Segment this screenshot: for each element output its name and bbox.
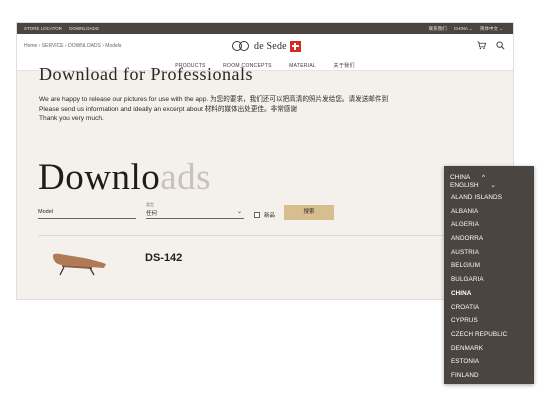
nav-item-about[interactable]: 关于我们 bbox=[334, 62, 355, 69]
intro-line-1: We are happy to release our pictures for… bbox=[39, 96, 389, 103]
intro-line-2: Please send us information and ideally a… bbox=[39, 105, 297, 113]
country-value: CHINA bbox=[450, 174, 471, 181]
country-option[interactable]: ESTONIA bbox=[451, 355, 507, 369]
top-bar-left: STORE LOCATOR DOWNLOADS bbox=[24, 26, 105, 31]
type-select[interactable]: 任何 ⌄ bbox=[146, 209, 244, 219]
country-option[interactable]: FINLAND bbox=[451, 369, 507, 383]
dropdown-header: CHINA ^ ENGLISH ⌄ bbox=[450, 174, 532, 189]
results-divider bbox=[38, 235, 498, 236]
search-icon[interactable] bbox=[496, 41, 505, 52]
country-option[interactable]: ANDORRA bbox=[451, 232, 507, 246]
country-toggle[interactable]: CHINA ^ bbox=[450, 174, 495, 181]
language-selector[interactable]: 简体中文 ⌄ bbox=[480, 26, 503, 31]
brand-logo[interactable]: de Sede bbox=[230, 39, 301, 53]
site-header: Home › SERVICE › DOWNLOADS › Models de S… bbox=[17, 34, 513, 58]
country-option-selected[interactable]: CHINA bbox=[451, 287, 507, 301]
store-locator-link[interactable]: STORE LOCATOR bbox=[24, 26, 62, 31]
chevron-down-icon: ⌄ bbox=[236, 209, 242, 215]
language-toggle[interactable]: ENGLISH ⌄ bbox=[450, 182, 506, 189]
country-option[interactable]: ALGERIA bbox=[451, 218, 507, 232]
downloads-link[interactable]: DOWNLOADS bbox=[69, 26, 99, 31]
language-value: ENGLISH bbox=[450, 182, 479, 189]
country-dropdown: CHINA ^ ENGLISH ⌄ ALAND ISLANDS ALBANIA … bbox=[444, 166, 534, 384]
page-title: Download for Professionals bbox=[39, 64, 253, 84]
product-name[interactable]: DS-142 bbox=[145, 252, 182, 264]
country-option[interactable]: CZECH REPUBLIC bbox=[451, 328, 507, 342]
type-select-value: 任何 bbox=[146, 211, 158, 217]
type-label: 类型 bbox=[146, 202, 154, 207]
country-selector[interactable]: CHINA ⌄ bbox=[454, 26, 473, 31]
nav-item-material[interactable]: MATERIAL bbox=[289, 63, 316, 69]
downloads-heading-fade: ads bbox=[160, 157, 212, 198]
logo-text: de Sede bbox=[254, 40, 287, 52]
model-search-input[interactable]: Model bbox=[38, 209, 136, 219]
cart-icon[interactable] bbox=[477, 41, 489, 52]
country-option[interactable]: ALAND ISLANDS bbox=[451, 191, 507, 205]
contact-link[interactable]: 联系我们 bbox=[429, 26, 447, 31]
country-option[interactable]: AUSTRIA bbox=[451, 246, 507, 260]
country-option[interactable]: CYPRUS bbox=[451, 314, 507, 328]
downloads-heading-dark: Downlo bbox=[38, 157, 161, 198]
country-option[interactable]: ALBANIA bbox=[451, 205, 507, 219]
country-option[interactable]: CROATIA bbox=[451, 301, 507, 315]
top-bar: STORE LOCATOR DOWNLOADS 联系我们 CHINA ⌄ 简体中… bbox=[17, 23, 513, 34]
swiss-flag-icon bbox=[289, 40, 301, 52]
chevron-down-icon: ⌄ bbox=[490, 182, 496, 189]
intro-line-3: Thank you very much. bbox=[39, 115, 104, 122]
search-button[interactable]: 搜索 bbox=[284, 205, 334, 220]
top-bar-right: 联系我们 CHINA ⌄ 简体中文 ⌄ bbox=[423, 26, 503, 32]
country-option[interactable]: BELGIUM bbox=[451, 259, 507, 273]
country-option[interactable]: DENMARK bbox=[451, 342, 507, 356]
country-option[interactable]: BULGARIA bbox=[451, 273, 507, 287]
intro-text: We are happy to release our pictures for… bbox=[39, 95, 459, 124]
product-thumbnail[interactable] bbox=[40, 248, 110, 276]
country-list: ALAND ISLANDS ALBANIA ALGERIA ANDORRA AU… bbox=[451, 191, 507, 383]
chevron-up-icon: ^ bbox=[482, 174, 486, 181]
new-only-checkbox[interactable] bbox=[254, 212, 260, 218]
downloads-heading: Downloads bbox=[38, 156, 211, 199]
breadcrumb[interactable]: Home › SERVICE › DOWNLOADS › Models bbox=[24, 43, 121, 49]
new-only-label: 新品 bbox=[264, 213, 276, 219]
logo-mark-icon bbox=[230, 40, 252, 52]
header-icons bbox=[470, 41, 505, 52]
